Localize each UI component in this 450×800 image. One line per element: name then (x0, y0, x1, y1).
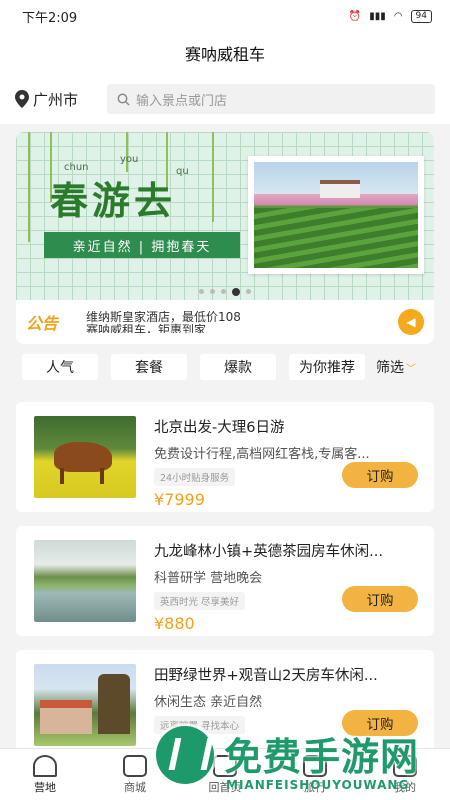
nav-item-mine[interactable]: 我的 (360, 749, 450, 800)
willow-decoration (126, 132, 128, 172)
carousel-dot[interactable] (232, 288, 240, 296)
signal-icon: ▮▮▮ (369, 10, 386, 22)
product-subtitle: 科普研学 营地晚会 (154, 571, 263, 586)
nav-label: 商城 (124, 780, 146, 794)
nav-item-shop[interactable]: 商城 (90, 749, 180, 800)
wifi-icon: ◠ (393, 10, 403, 22)
product-list: 北京出发-大理6日游 免费设计行程,高档网红客栈,专属客... 24小时贴身服务… (0, 380, 450, 760)
luggage-icon (303, 754, 327, 777)
nav-label: 回首页 (208, 780, 242, 794)
page-title: 赛呐威租车 (0, 32, 450, 74)
filter-label: 筛选 (376, 360, 404, 376)
filter-button[interactable]: 筛选 ﹀ (376, 357, 416, 377)
tent-icon (33, 754, 57, 777)
horse-leg (60, 468, 64, 484)
carousel-dot[interactable] (210, 289, 215, 294)
order-button[interactable]: 订购 (342, 462, 418, 488)
bottom-nav: 营地 商城 回首页 旅行 我的 (0, 748, 450, 800)
product-title: 北京出发-大理6日游 (154, 420, 285, 436)
location-pin-icon (15, 90, 29, 108)
search-icon (117, 93, 130, 106)
notice-badge: 公告 (26, 314, 59, 333)
nav-item-home[interactable]: 回首页 (180, 749, 270, 800)
tea-field (254, 208, 418, 268)
banner-pinyin: you (120, 154, 139, 165)
status-icons: ⏰ ▮▮▮ ◠ 94 (348, 9, 432, 23)
notice-bar[interactable]: 公告 维纳斯皇家酒店，最低价108 赛呐威租车，钜惠到家 ◀ (16, 300, 434, 344)
category-tabs: 人气 套餐 爆款 为你推荐 筛选 ﹀ (0, 344, 450, 380)
status-bar: 下午2:09 ⏰ ▮▮▮ ◠ 94 (0, 0, 450, 32)
search-placeholder: 输入景点或门店 (136, 93, 228, 109)
tab-recommend[interactable]: 为你推荐 (289, 354, 365, 380)
order-button[interactable]: 订购 (342, 586, 418, 612)
tree-figure (98, 674, 130, 734)
order-button[interactable]: 订购 (342, 710, 418, 736)
carousel-dot[interactable] (246, 289, 251, 294)
willow-decoration (212, 132, 214, 222)
search-input[interactable]: 输入景点或门店 (107, 84, 435, 114)
battery-icon: 94 (410, 9, 432, 23)
product-price: ¥7999 (154, 490, 205, 509)
nav-item-camp[interactable]: 营地 (0, 749, 90, 800)
location-selector[interactable]: 广州市 (15, 89, 107, 110)
product-card[interactable]: 北京出发-大理6日游 免费设计行程,高档网红客栈,专属客... 24小时贴身服务… (16, 402, 434, 512)
carousel-indicator[interactable] (16, 288, 434, 296)
status-time: 下午2:09 (22, 10, 78, 26)
building-figure (40, 700, 92, 734)
nav-label: 营地 (34, 780, 56, 794)
product-tag: 24小时贴身服务 (154, 468, 236, 486)
banner-title: 春游去 (50, 178, 177, 223)
speaker-icon: ◀ (398, 309, 424, 335)
tab-hot[interactable]: 爆款 (200, 354, 276, 380)
shop-icon (123, 754, 147, 777)
banner-photo (248, 156, 424, 274)
product-image (34, 416, 136, 498)
nav-label: 旅行 (304, 780, 326, 794)
manor-house (320, 180, 360, 198)
carousel-dot[interactable] (199, 289, 204, 294)
horse-leg (100, 468, 104, 484)
tab-popular[interactable]: 人气 (22, 354, 98, 380)
alarm-icon: ⏰ (348, 10, 362, 22)
chevron-down-icon: ﹀ (406, 363, 416, 375)
location-city: 广州市 (33, 90, 79, 109)
product-tag: 远离喧嚣 寻找本心 (154, 716, 246, 734)
product-title: 九龙峰林小镇+英德茶园房车休闲... (154, 544, 383, 560)
promo-banner[interactable]: chun you qu 春游去 亲近自然 | 拥抱春天 (16, 132, 434, 300)
profile-icon (393, 754, 417, 777)
willow-decoration (28, 132, 30, 242)
nav-label: 我的 (394, 780, 416, 794)
product-subtitle: 免费设计行程,高档网红客栈,专属客... (154, 447, 370, 462)
home-icon (213, 754, 237, 777)
nav-item-travel[interactable]: 旅行 (270, 749, 360, 800)
banner-pinyin: qu (176, 166, 189, 177)
product-tag: 英西时光 尽享美好 (154, 592, 246, 610)
banner-tagline: 亲近自然 | 拥抱春天 (44, 232, 240, 258)
tab-package[interactable]: 套餐 (111, 354, 187, 380)
product-card[interactable]: 九龙峰林小镇+英德茶园房车休闲... 科普研学 营地晚会 英西时光 尽享美好 ¥… (16, 526, 434, 636)
product-image (34, 540, 136, 622)
search-row: 广州市 输入景点或门店 (0, 74, 450, 124)
product-price: ¥880 (154, 614, 195, 633)
carousel-dot[interactable] (221, 289, 226, 294)
notice-text: 维纳斯皇家酒店，最低价108 赛呐威租车，钜惠到家 (86, 311, 398, 333)
notice-line: 赛呐威租车，钜惠到家 (86, 323, 207, 334)
product-image (34, 664, 136, 746)
product-card[interactable]: 田野绿世界+观音山2天房车休闲... 休闲生态 亲近自然 远离喧嚣 寻找本心 订… (16, 650, 434, 760)
product-title: 田野绿世界+观音山2天房车休闲... (154, 668, 378, 684)
app-screen: 下午2:09 ⏰ ▮▮▮ ◠ 94 赛呐威租车 广州市 输入景点或门店 chun… (0, 0, 450, 800)
product-subtitle: 休闲生态 亲近自然 (154, 695, 263, 710)
